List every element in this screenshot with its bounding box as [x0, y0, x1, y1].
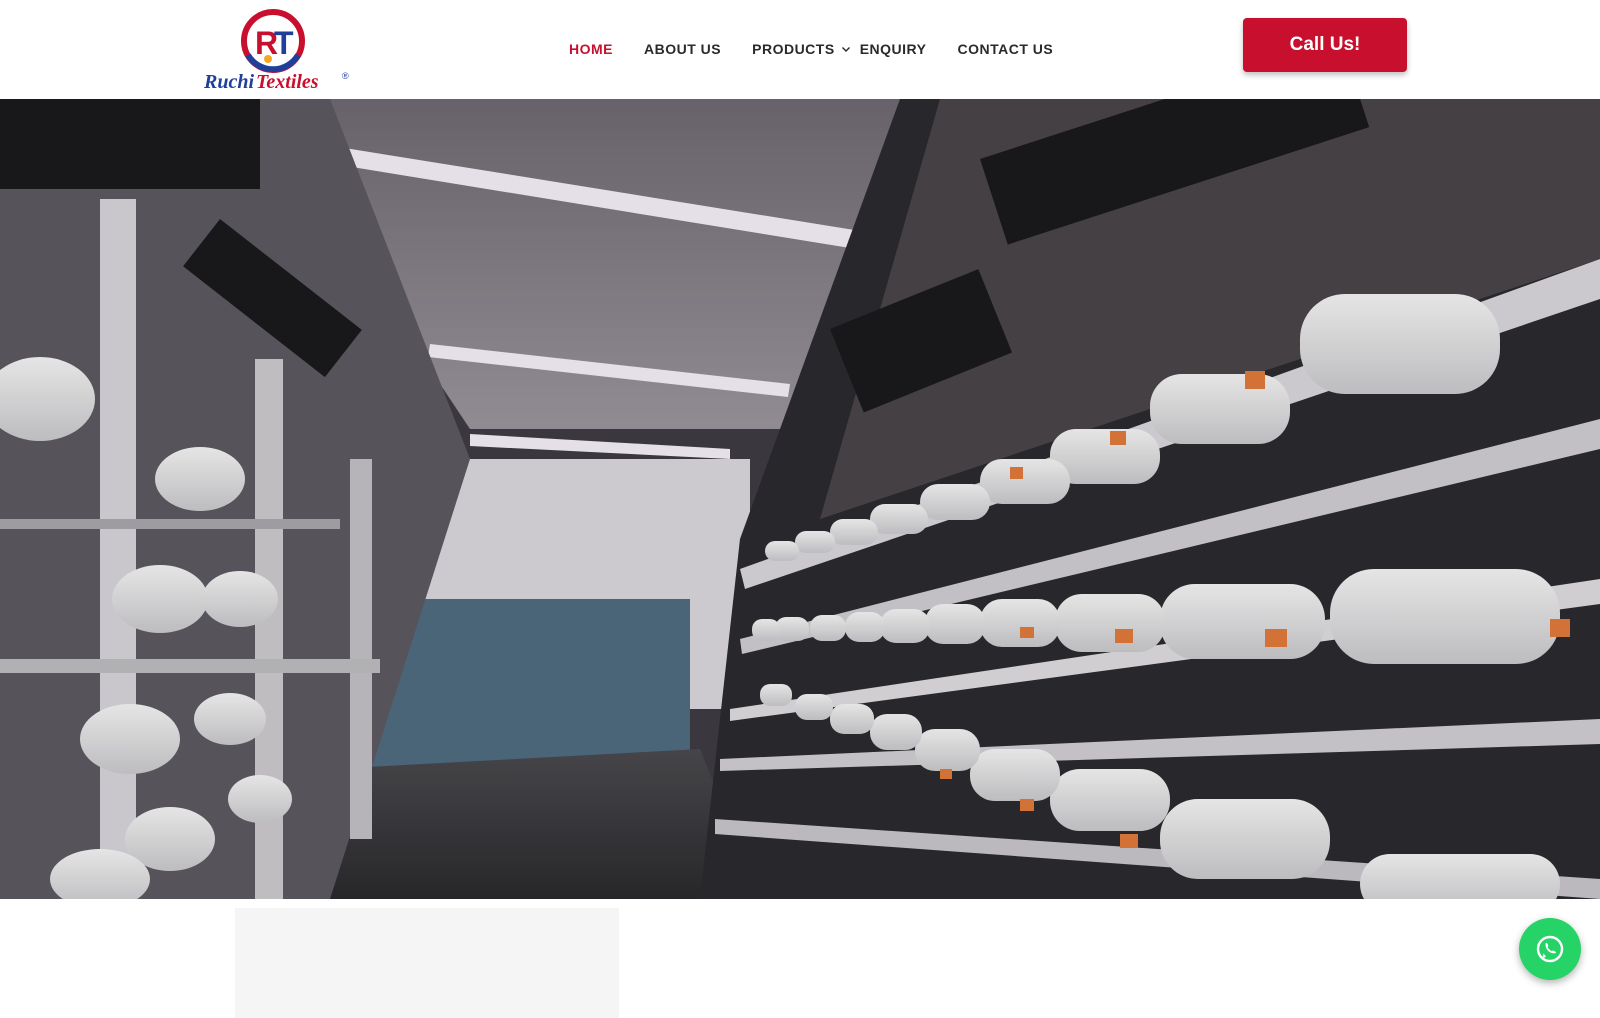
nav-home-label: HOME [569, 41, 613, 57]
whatsapp-button[interactable] [1519, 918, 1581, 980]
nav-contact-us[interactable]: CONTACT US [957, 41, 1053, 57]
svg-text:Textiles: Textiles [256, 71, 319, 93]
nav-enquiry[interactable]: ENQUIRY [860, 41, 927, 57]
nav-about-us[interactable]: ABOUT US [644, 41, 721, 57]
nav-contact-us-label: CONTACT US [957, 41, 1054, 57]
nav-products[interactable]: PRODUCTS [752, 41, 851, 57]
ruchi-textiles-logo[interactable]: R T Ruchi Textiles ® [204, 6, 354, 96]
nav-home[interactable]: HOME [569, 41, 613, 57]
svg-text:Ruchi: Ruchi [204, 71, 254, 93]
whatsapp-icon [1536, 935, 1564, 963]
chevron-down-icon [841, 44, 851, 54]
svg-text:T: T [274, 25, 294, 61]
site-header: R T Ruchi Textiles ® HOME ABOUT US PRODU… [0, 0, 1600, 99]
svg-text:®: ® [342, 71, 349, 81]
hero-banner [0, 99, 1600, 899]
factory-hero-image [0, 99, 1600, 899]
nav-enquiry-label: ENQUIRY [859, 41, 927, 57]
main-nav: HOME ABOUT US PRODUCTS ENQUIRY CONTACT U… [569, 38, 1084, 60]
logo-graphic: R T Ruchi Textiles ® [204, 9, 349, 93]
about-section [0, 899, 1600, 1018]
nav-about-us-label: ABOUT US [644, 41, 722, 57]
call-us-button[interactable]: Call Us! [1243, 18, 1407, 72]
nav-products-label: PRODUCTS [752, 41, 835, 57]
stats-card [235, 908, 619, 1018]
